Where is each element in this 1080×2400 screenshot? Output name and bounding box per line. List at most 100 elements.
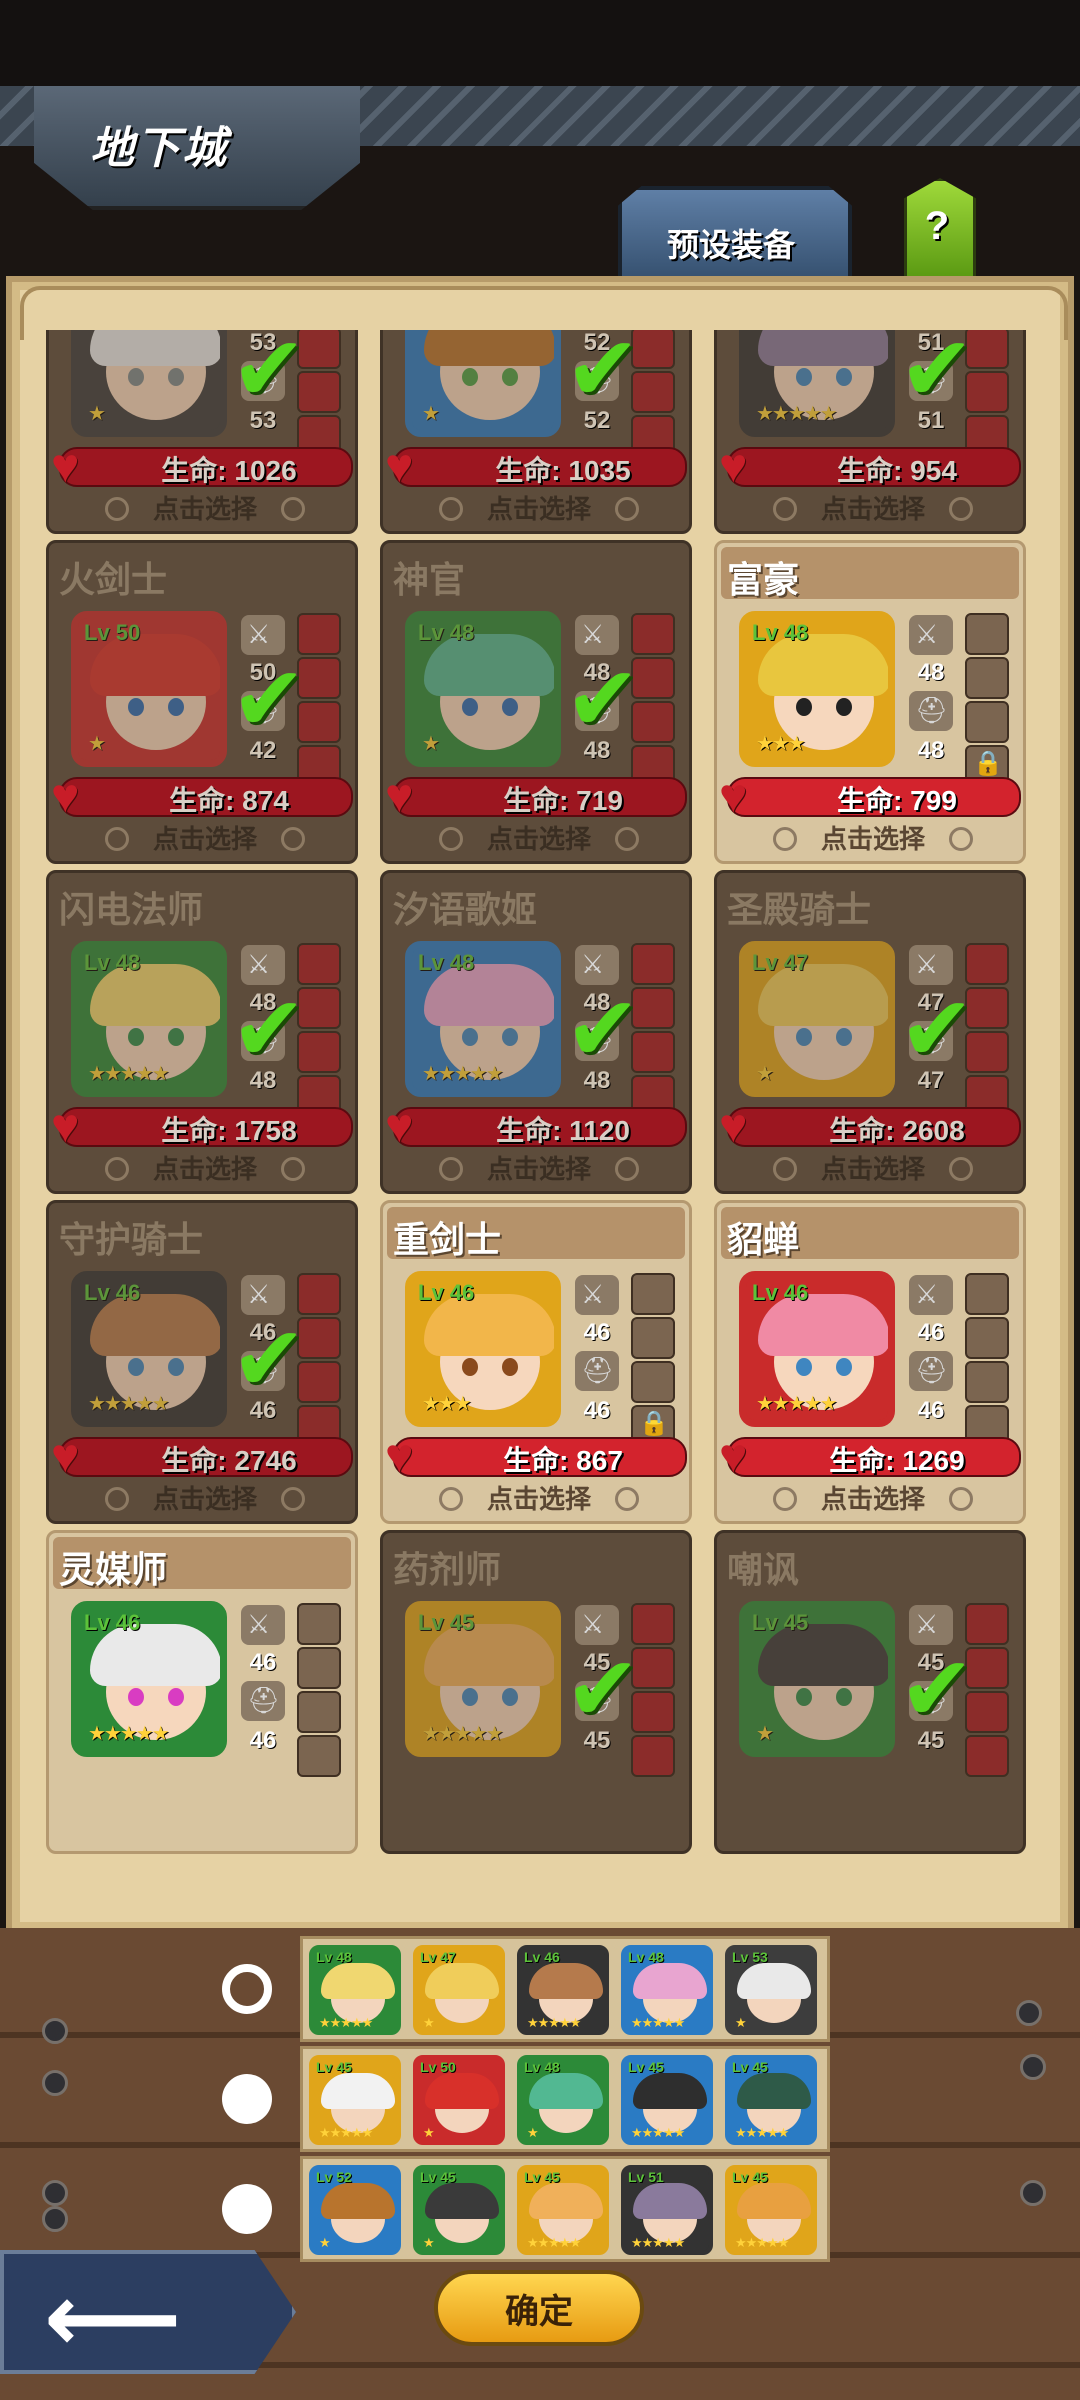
- team-member[interactable]: Lv 45 ★★★★★: [517, 2165, 609, 2255]
- team-member[interactable]: Lv 45 ★★★★★: [725, 2165, 817, 2255]
- equipment-slot[interactable]: [965, 657, 1009, 699]
- select-hero-label[interactable]: 点击选择: [383, 1479, 695, 1516]
- hero-portrait[interactable]: Lv 46 ★★★★★: [71, 1271, 227, 1427]
- select-hero-label[interactable]: 点击选择: [49, 819, 361, 856]
- team-member[interactable]: Lv 47 ★: [413, 1945, 505, 2035]
- hero-card[interactable]: 富豪 Lv 48 ★★★ ⚔ 48 ⛑ 48 🔒 ♥ 生命: 799 点击选择: [714, 540, 1026, 864]
- equipment-slot[interactable]: [631, 1273, 675, 1315]
- equipment-slot[interactable]: [965, 1317, 1009, 1359]
- select-hero-label[interactable]: 点击选择: [717, 1479, 1026, 1516]
- weapon-level: 48: [917, 659, 945, 686]
- hero-card[interactable]: Lv 52★⚔52⛑52✔♥生命: 1035点击选择: [380, 330, 692, 534]
- hero-level: Lv 48: [84, 950, 141, 975]
- equipment-slot[interactable]: [965, 1361, 1009, 1403]
- select-hero-label[interactable]: 点击选择: [717, 819, 1026, 856]
- equipment-slot[interactable]: [631, 1317, 675, 1359]
- member-hair: [633, 2183, 707, 2219]
- lock-icon: 🔒: [973, 750, 1003, 777]
- team-member[interactable]: Lv 51 ★★★★★: [621, 2165, 713, 2255]
- armor-level: 46: [917, 1397, 945, 1424]
- team-member[interactable]: Lv 50 ★: [413, 2055, 505, 2145]
- hero-portrait[interactable]: Lv 48 ★★★★★: [405, 941, 561, 1097]
- team-member[interactable]: Lv 45 ★★★★★: [621, 2055, 713, 2145]
- hero-card[interactable]: 闪电法师 Lv 48 ★★★★★ ⚔ 48 ⛑ 48 ✔ ♥ 生命: 1758 点击选择: [46, 870, 358, 1194]
- hero-card[interactable]: 神官 Lv 48 ★ ⚔ 48 ⛑ 48 ✔ ♥ 生命: 719 点击选择: [380, 540, 692, 864]
- team-row[interactable]: Lv 52 ★ Lv 45 ★ Lv 45 ★★★★★ Lv 51 ★★★★★ Lv 45 ★★★…: [300, 2156, 830, 2262]
- select-hero-label[interactable]: 点击选择: [383, 489, 695, 526]
- hero-card[interactable]: 守护骑士 Lv 46 ★★★★★ ⚔ 46 ⛑ 46 ✔ ♥ 生命: 2746 点击选择: [46, 1200, 358, 1524]
- preset-equipment-label[interactable]: 预设装备: [618, 220, 844, 266]
- hero-grid[interactable]: Lv 53★⚔53⛑53✔♥生命: 1026点击选择Lv 52★⚔52⛑52✔♥…: [46, 330, 1026, 1930]
- portrait-eye: [836, 1688, 852, 1706]
- hero-portrait[interactable]: Lv 45 ★★★★★: [405, 1601, 561, 1757]
- hero-portrait[interactable]: Lv 48 ★★★: [739, 611, 895, 767]
- equipment-slot[interactable]: [297, 1603, 341, 1645]
- select-hero-label[interactable]: 点击选择: [49, 1479, 361, 1516]
- member-level: Lv 48: [316, 1949, 352, 1965]
- team-radio[interactable]: [222, 2184, 272, 2234]
- select-hero-label[interactable]: 点击选择: [383, 1149, 695, 1186]
- hero-portrait[interactable]: Lv 52★: [405, 330, 561, 437]
- hero-portrait[interactable]: Lv 46 ★★★: [405, 1271, 561, 1427]
- equipment-slot[interactable]: [297, 1647, 341, 1689]
- select-hero-label[interactable]: 点击选择: [49, 1149, 361, 1186]
- rivet-decoration: [42, 2018, 68, 2044]
- equipment-slot[interactable]: [297, 1691, 341, 1733]
- confirm-label[interactable]: 确定: [434, 2284, 644, 2333]
- team-member[interactable]: Lv 53 ★: [725, 1945, 817, 2035]
- hero-card[interactable]: 貂蝉 Lv 46 ★★★★★ ⚔ 46 ⛑ 46 ♥ 生命: 1269 点击选择: [714, 1200, 1026, 1524]
- hero-card[interactable]: Lv 53★⚔53⛑53✔♥生命: 1026点击选择: [46, 330, 358, 534]
- select-hero-label[interactable]: 点击选择: [49, 489, 361, 526]
- team-member[interactable]: Lv 45 ★: [413, 2165, 505, 2255]
- hero-card[interactable]: 灵媒师 Lv 46 ★★★★★ ⚔ 46 ⛑ 46: [46, 1530, 358, 1854]
- equipment-slot[interactable]: [965, 1273, 1009, 1315]
- hero-portrait[interactable]: Lv 47 ★: [739, 941, 895, 1097]
- checkmark-icon: ✔: [565, 980, 641, 1080]
- help-icon[interactable]: ?: [904, 204, 970, 249]
- hero-level: Lv 45: [752, 1610, 809, 1635]
- hero-portrait[interactable]: Lv 53★: [71, 330, 227, 437]
- hero-portrait[interactable]: Lv 45 ★: [739, 1601, 895, 1757]
- team-member[interactable]: Lv 48 ★★★★★: [309, 1945, 401, 2035]
- team-member[interactable]: Lv 45 ★★★★★: [725, 2055, 817, 2145]
- hero-card[interactable]: 嘲讽 Lv 45 ★ ⚔ 45 ⛑ 45 ✔: [714, 1530, 1026, 1854]
- hero-card[interactable]: 汐语歌姬 Lv 48 ★★★★★ ⚔ 48 ⛑ 48 ✔ ♥ 生命: 1120 点击选择: [380, 870, 692, 1194]
- team-member[interactable]: Lv 48 ★★★★★: [621, 1945, 713, 2035]
- hero-card[interactable]: 圣殿骑士 Lv 47 ★ ⚔ 47 ⛑ 47 ✔ ♥ 生命: 2608 点击选择: [714, 870, 1026, 1194]
- equipment-slot[interactable]: [965, 701, 1009, 743]
- equipment-slot[interactable]: [965, 613, 1009, 655]
- team-member[interactable]: Lv 46 ★★★★★: [517, 1945, 609, 2035]
- hero-portrait[interactable]: Lv 50 ★: [71, 611, 227, 767]
- hero-card[interactable]: 重剑士 Lv 46 ★★★ ⚔ 46 ⛑ 46 🔒 ♥ 生命: 867 点击选择: [380, 1200, 692, 1524]
- portrait-eye: [502, 1358, 518, 1376]
- hero-portrait[interactable]: Lv 48 ★: [405, 611, 561, 767]
- team-member[interactable]: Lv 52 ★: [309, 2165, 401, 2255]
- select-hero-label[interactable]: 点击选择: [383, 819, 695, 856]
- team-member[interactable]: Lv 45 ★★★★★: [309, 2055, 401, 2145]
- heart-icon: ♥: [385, 1100, 414, 1153]
- hp-text: 生命: 874: [169, 785, 289, 816]
- portrait-eye: [796, 1028, 812, 1046]
- team-member[interactable]: Lv 48 ★: [517, 2055, 609, 2145]
- star-rating: ★★★★★: [756, 403, 838, 425]
- team-row[interactable]: Lv 45 ★★★★★ Lv 50 ★ Lv 48 ★ Lv 45 ★★★★★ Lv 45 ★★★…: [300, 2046, 830, 2152]
- back-arrow-icon[interactable]: ⟵: [44, 2262, 182, 2374]
- hero-card[interactable]: 火剑士 Lv 50 ★ ⚔ 50 ⛑ 42 ✔ ♥ 生命: 874 点击选择: [46, 540, 358, 864]
- hero-portrait[interactable]: Lv 51★★★★★: [739, 330, 895, 437]
- select-hero-label[interactable]: 点击选择: [717, 1149, 1026, 1186]
- hero-card[interactable]: 药剂师 Lv 45 ★★★★★ ⚔ 45 ⛑ 45 ✔: [380, 1530, 692, 1854]
- team-radio[interactable]: [222, 1964, 272, 2014]
- equipment-slot[interactable]: [631, 1361, 675, 1403]
- hero-portrait[interactable]: Lv 46 ★★★★★: [739, 1271, 895, 1427]
- select-hero-label[interactable]: 点击选择: [717, 489, 1026, 526]
- sword-icon: ⚔: [247, 949, 271, 979]
- hero-portrait[interactable]: Lv 48 ★★★★★: [71, 941, 227, 1097]
- hero-portrait[interactable]: Lv 46 ★★★★★: [71, 1601, 227, 1757]
- equipment-slot[interactable]: [297, 1735, 341, 1777]
- team-radio[interactable]: [222, 2074, 272, 2124]
- hero-card[interactable]: Lv 51★★★★★⚔51⛑51✔♥生命: 954点击选择: [714, 330, 1026, 534]
- member-level: Lv 45: [732, 2059, 768, 2075]
- hero-level: Lv 48: [418, 950, 475, 975]
- team-row[interactable]: Lv 48 ★★★★★ Lv 47 ★ Lv 46 ★★★★★ Lv 48 ★★★★★ Lv 5…: [300, 1936, 830, 2042]
- hero-level: Lv 47: [752, 950, 809, 975]
